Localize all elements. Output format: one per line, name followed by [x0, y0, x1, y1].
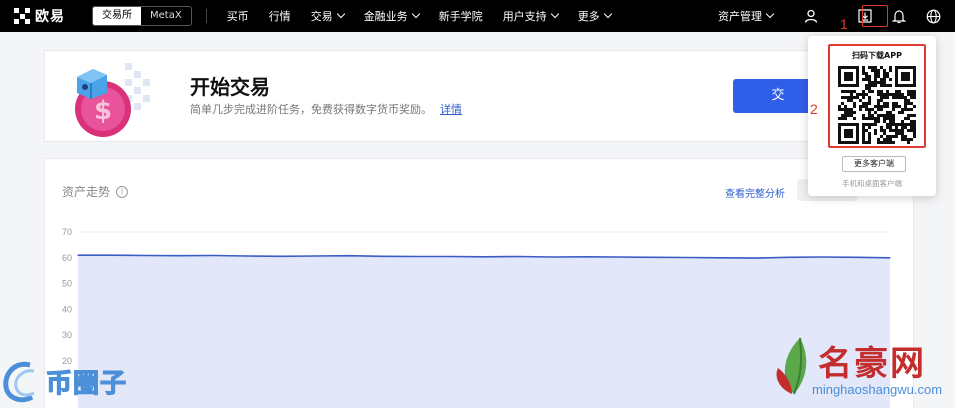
data-point	[584, 256, 587, 258]
download-highlight-box	[862, 5, 888, 27]
menu-finance[interactable]: 金融业务	[354, 8, 429, 24]
globe-icon[interactable]	[917, 0, 949, 32]
segment-exchange[interactable]: 交易所	[93, 7, 141, 25]
data-point	[77, 254, 79, 256]
menu-markets[interactable]: 行情	[259, 8, 301, 24]
data-point	[246, 255, 248, 257]
data-point	[280, 255, 282, 257]
chevron-down-icon	[336, 9, 345, 19]
data-point	[821, 256, 823, 258]
qr-highlight-box: 扫码下载APP	[828, 44, 926, 148]
y-tick-label: 60	[62, 253, 72, 263]
data-point	[754, 257, 756, 259]
watermark-logo-icon	[3, 361, 35, 403]
banner-title: 开始交易	[190, 75, 270, 99]
data-point	[483, 256, 485, 258]
data-point	[314, 255, 316, 257]
brand-name: 欧易	[35, 9, 65, 25]
series-area	[78, 255, 890, 408]
data-point	[415, 255, 417, 258]
data-point	[720, 257, 722, 259]
details-link[interactable]: 详情	[440, 103, 462, 116]
nav-right: 资产管理	[718, 0, 955, 32]
data-point	[787, 256, 790, 258]
data-point	[618, 256, 620, 258]
segment-metax[interactable]: MetaX	[141, 7, 191, 25]
nav-divider	[205, 9, 207, 23]
clients-subtitle: 手机和桌面客户端	[842, 179, 902, 188]
svg-text:$: $	[94, 96, 112, 126]
annotation-number-2: 2	[810, 101, 818, 117]
menu-buy-crypto[interactable]: 买币	[217, 8, 259, 24]
data-point	[145, 254, 147, 257]
top-nav: 欧易 交易所 MetaX 买币 行情 交易 金融业务 新手学院 用户支持 更多 …	[0, 0, 955, 32]
y-tick-label: 40	[62, 304, 72, 314]
y-tick-label: 70	[62, 227, 72, 237]
watermark-left: 币圈子	[0, 354, 127, 408]
asset-management-menu[interactable]: 资产管理	[718, 8, 775, 24]
data-point	[449, 255, 451, 258]
data-point	[111, 254, 113, 256]
data-point	[652, 256, 654, 258]
okx-logo-icon	[14, 8, 30, 24]
data-point	[517, 255, 519, 258]
coin-illustration: $	[75, 63, 150, 137]
data-point	[212, 254, 214, 257]
brand-logo[interactable]: 欧易	[14, 6, 78, 26]
y-tick-label: 30	[62, 330, 72, 340]
platform-switch: 交易所 MetaX	[92, 6, 192, 26]
chevron-down-icon	[550, 9, 559, 19]
more-clients-button[interactable]: 更多客户端	[842, 156, 906, 172]
banner-subtitle: 简单几步完成进阶任务，免费获得数字货币奖励。 详情	[190, 103, 462, 116]
data-point	[551, 256, 553, 258]
chevron-down-icon	[411, 9, 420, 19]
qr-code-image	[838, 66, 916, 144]
data-point	[348, 255, 350, 257]
menu-academy[interactable]: 新手学院	[429, 8, 493, 24]
data-point	[889, 257, 891, 259]
chevron-down-icon	[765, 9, 775, 19]
menu-support[interactable]: 用户支持	[493, 8, 568, 24]
data-point	[855, 256, 857, 258]
menu-more[interactable]: 更多	[568, 8, 621, 24]
main-menu: 买币 行情 交易 金融业务 新手学院 用户支持 更多	[217, 8, 621, 24]
qr-title: 扫码下载APP	[852, 51, 902, 60]
y-tick-label: 50	[62, 279, 72, 289]
chevron-down-icon	[603, 9, 612, 19]
data-point	[178, 255, 181, 257]
watermark-right: 名豪网 minghaoshangwu.com	[770, 330, 955, 408]
download-app-popup: 扫码下载APP 更多客户端 手机和桌面客户端	[808, 36, 936, 196]
data-point	[381, 255, 384, 257]
user-icon[interactable]	[795, 0, 827, 32]
annotation-number-1: 1	[840, 16, 848, 32]
start-trading-banner: $ 开始交易 简单几步完成进阶任务，免费获得数字货币奖励。 详情 交	[44, 50, 914, 142]
menu-trade[interactable]: 交易	[301, 8, 354, 24]
data-point	[686, 256, 688, 259]
